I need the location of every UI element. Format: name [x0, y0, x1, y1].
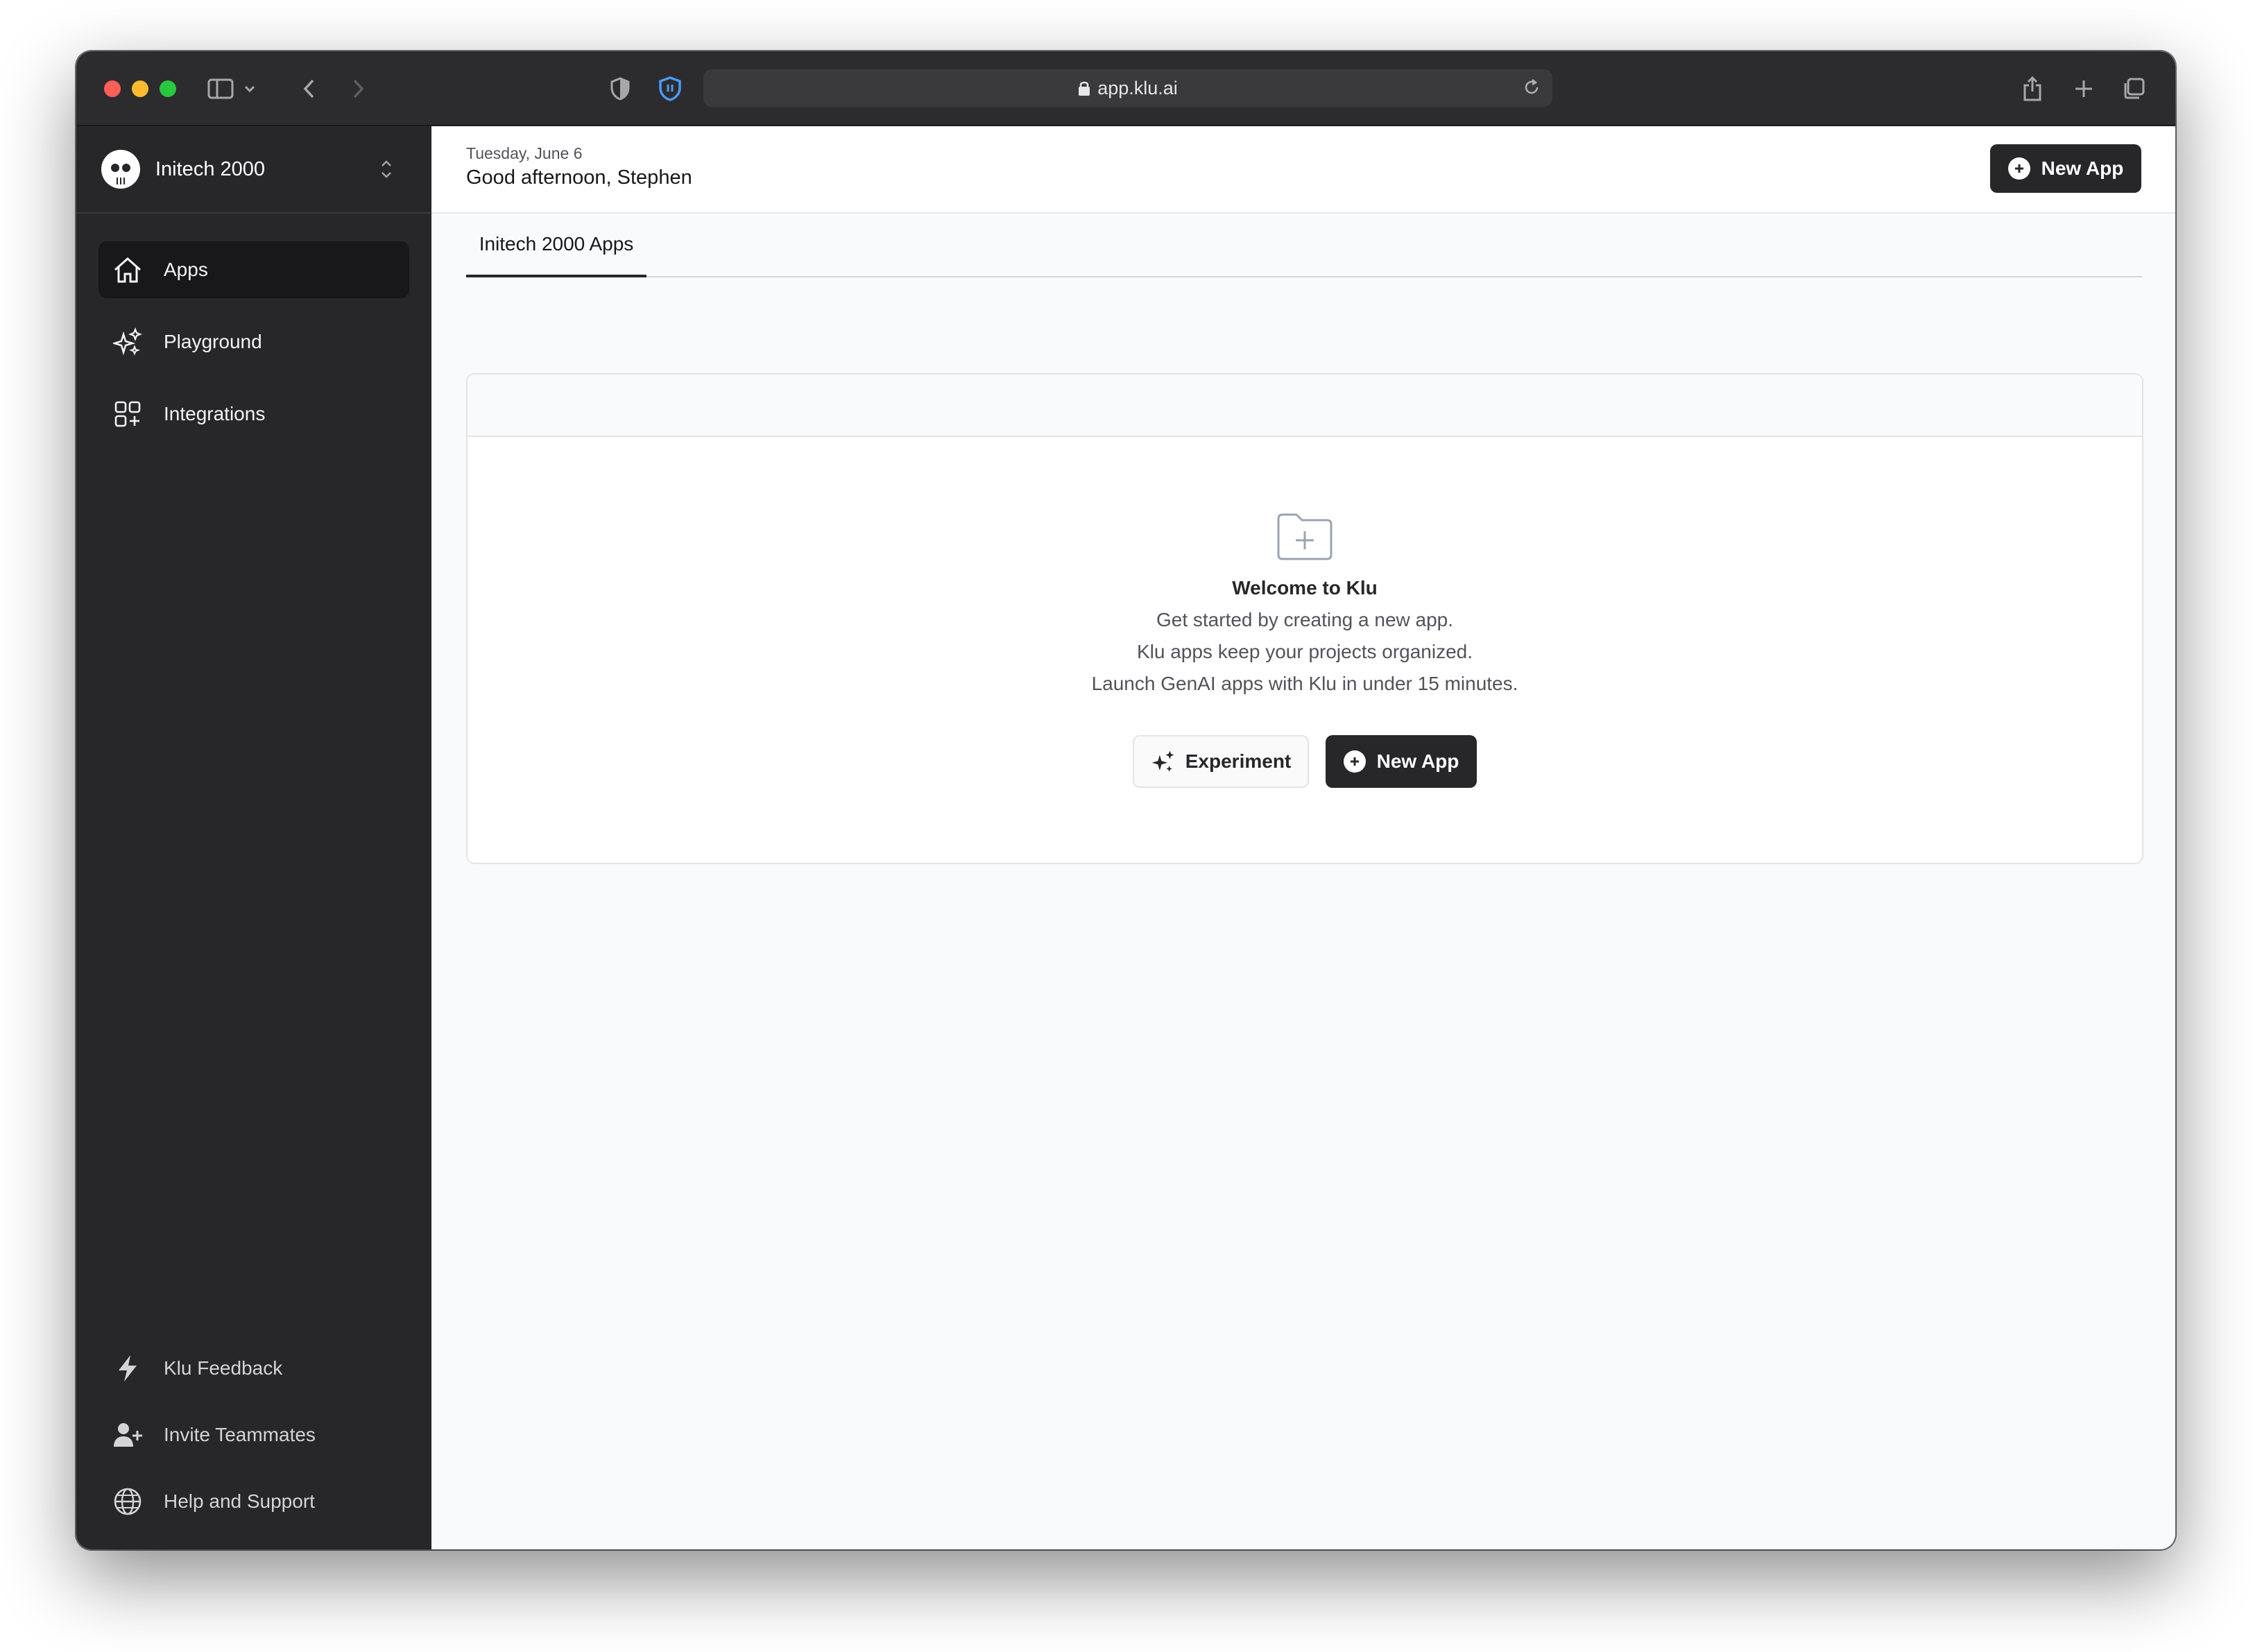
empty-state-actions: Experiment New App	[468, 735, 2142, 788]
tab-overview-icon[interactable]	[2118, 68, 2149, 110]
browser-window: app.klu.ai Initech 2000 Apps Playground …	[76, 51, 2175, 1549]
sidebar-item-label: Klu Feedback	[164, 1357, 283, 1379]
minimize-window-button[interactable]	[132, 80, 148, 97]
plus-circle-icon	[2007, 157, 2030, 180]
sidebar-item-help-and-support[interactable]: Help and Support	[98, 1473, 409, 1530]
back-icon[interactable]	[295, 68, 323, 110]
new-app-button[interactable]: New App	[1326, 735, 1477, 788]
zoom-window-button[interactable]	[160, 80, 176, 97]
skull-icon	[107, 153, 135, 184]
sidebar-item-integrations[interactable]: Integrations	[98, 386, 409, 442]
chevron-up-down-icon	[379, 157, 394, 187]
sidebar-item-invite-teammates[interactable]: Invite Teammates	[98, 1406, 409, 1463]
browser-toolbar: app.klu.ai	[76, 51, 2175, 126]
share-icon[interactable]	[2017, 68, 2048, 110]
bolt-icon	[112, 1353, 143, 1384]
plus-circle-icon	[1343, 750, 1366, 773]
home-icon	[112, 255, 143, 285]
main-content: Tuesday, June 6 Good afternoon, Stephen …	[431, 126, 2175, 1549]
sidebar-item-label: Integrations	[164, 403, 266, 424]
url-text: app.klu.ai	[1097, 77, 1178, 98]
empty-state: Welcome to Klu Get started by creating a…	[468, 437, 2142, 695]
button-label: New App	[1376, 750, 1459, 772]
button-label: Experiment	[1185, 750, 1292, 772]
sidebar-item-label: Invite Teammates	[164, 1424, 316, 1445]
sidebar-item-playground[interactable]: Playground	[98, 313, 409, 370]
secondary-nav: Klu Feedback Invite Teammates Help and S…	[98, 1340, 409, 1540]
sparkles-icon	[112, 327, 143, 357]
tab-initech-2000-apps[interactable]: Initech 2000 Apps	[466, 214, 646, 277]
current-date: Tuesday, June 6	[466, 144, 583, 162]
user-plus-icon	[112, 1420, 143, 1450]
squares-plus-icon	[112, 399, 143, 429]
address-bar[interactable]: app.klu.ai	[703, 69, 1552, 107]
header-new-app-button[interactable]: New App	[1990, 144, 2141, 193]
lock-icon	[1078, 80, 1090, 96]
workspace-avatar	[101, 150, 140, 189]
tab-bar: Initech 2000 Apps	[466, 214, 2142, 277]
sidebar-item-klu-feedback[interactable]: Klu Feedback	[98, 1340, 409, 1397]
globe-icon	[112, 1486, 143, 1517]
sidebar-toggle-icon[interactable]	[205, 68, 236, 110]
sidebar-item-apps[interactable]: Apps	[98, 241, 409, 298]
apps-panel: Welcome to Klu Get started by creating a…	[466, 373, 2143, 864]
workspace-switcher[interactable]: Initech 2000	[76, 126, 431, 214]
panel-header	[468, 375, 2142, 437]
button-label: New App	[2041, 157, 2124, 179]
sparkles-icon	[1151, 749, 1176, 774]
reload-icon[interactable]	[1522, 78, 1541, 102]
password-manager-icon[interactable]	[655, 68, 685, 110]
sidebar-item-label: Playground	[164, 331, 262, 352]
chevron-down-icon[interactable]	[240, 68, 259, 110]
sidebar: Initech 2000 Apps Playground Integration…	[76, 126, 431, 1549]
experiment-button[interactable]: Experiment	[1133, 735, 1309, 788]
page-header: Tuesday, June 6 Good afternoon, Stephen …	[431, 126, 2175, 214]
forward-icon[interactable]	[344, 68, 372, 110]
empty-state-line: Klu apps keep your projects organized.	[1136, 641, 1473, 662]
sidebar-item-label: Help and Support	[164, 1490, 315, 1512]
new-tab-icon[interactable]	[2068, 68, 2099, 110]
greeting: Good afternoon, Stephen	[466, 166, 692, 189]
sidebar-item-label: Apps	[164, 259, 208, 280]
empty-state-title: Welcome to Klu	[1232, 577, 1378, 599]
empty-state-line: Get started by creating a new app.	[1156, 609, 1454, 630]
empty-state-line: Launch GenAI apps with Klu in under 15 m…	[1091, 673, 1518, 694]
workspace-name: Initech 2000	[155, 157, 266, 180]
privacy-shield-icon[interactable]	[605, 68, 635, 110]
primary-nav: Apps Playground Integrations	[76, 214, 431, 442]
folder-plus-icon	[1277, 513, 1333, 560]
close-window-button[interactable]	[104, 80, 121, 97]
